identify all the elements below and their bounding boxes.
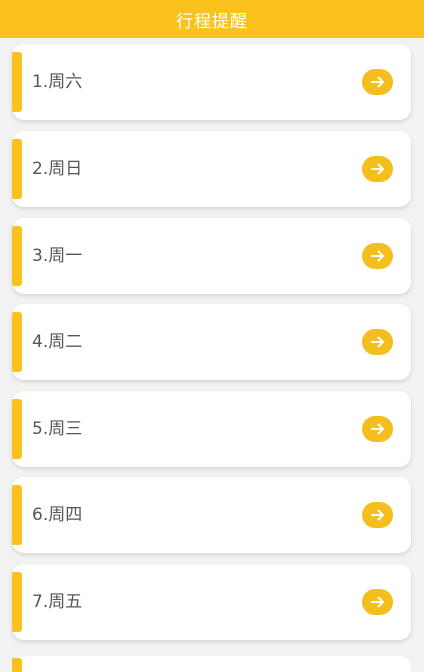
arrow-right-circle-icon[interactable]	[362, 589, 393, 615]
list-item[interactable]: 4.周二	[12, 304, 411, 380]
list-item-label: 1.周六	[32, 72, 83, 92]
list-item-label: 2.周日	[32, 159, 83, 179]
arrow-right-circle-icon[interactable]	[362, 416, 393, 442]
arrow-right-circle-icon[interactable]	[362, 329, 393, 355]
accent-bar	[12, 312, 22, 372]
arrow-right-circle-icon[interactable]	[362, 243, 393, 269]
list-item[interactable]: 2.周日	[12, 131, 411, 207]
list-item[interactable]: 3.周一	[12, 218, 411, 294]
accent-bar	[12, 399, 22, 459]
page-title: 行程提醒	[176, 11, 248, 32]
schedule-list: 1.周六 2.周日 3.周一 4.周二 5.周三 6.周四 7.周五	[0, 38, 424, 672]
list-item-label: 7.周五	[32, 592, 83, 612]
arrow-right-circle-icon[interactable]	[362, 502, 393, 528]
arrow-right-circle-icon[interactable]	[362, 156, 393, 182]
list-item-label: 4.周二	[32, 332, 83, 352]
accent-bar	[12, 485, 22, 545]
list-item-partial[interactable]	[12, 656, 411, 672]
accent-bar	[12, 226, 22, 286]
list-item-label: 6.周四	[32, 505, 83, 525]
accent-bar	[12, 658, 22, 672]
app-header: 行程提醒	[0, 0, 424, 38]
list-item[interactable]: 6.周四	[12, 477, 411, 553]
accent-bar	[12, 139, 22, 199]
list-item-label: 5.周三	[32, 419, 83, 439]
list-item[interactable]: 7.周五	[12, 564, 411, 640]
list-item[interactable]: 5.周三	[12, 391, 411, 467]
list-item-label: 3.周一	[32, 246, 83, 266]
list-item[interactable]: 1.周六	[12, 44, 411, 120]
accent-bar	[12, 572, 22, 632]
arrow-right-circle-icon[interactable]	[362, 69, 393, 95]
accent-bar	[12, 52, 22, 112]
